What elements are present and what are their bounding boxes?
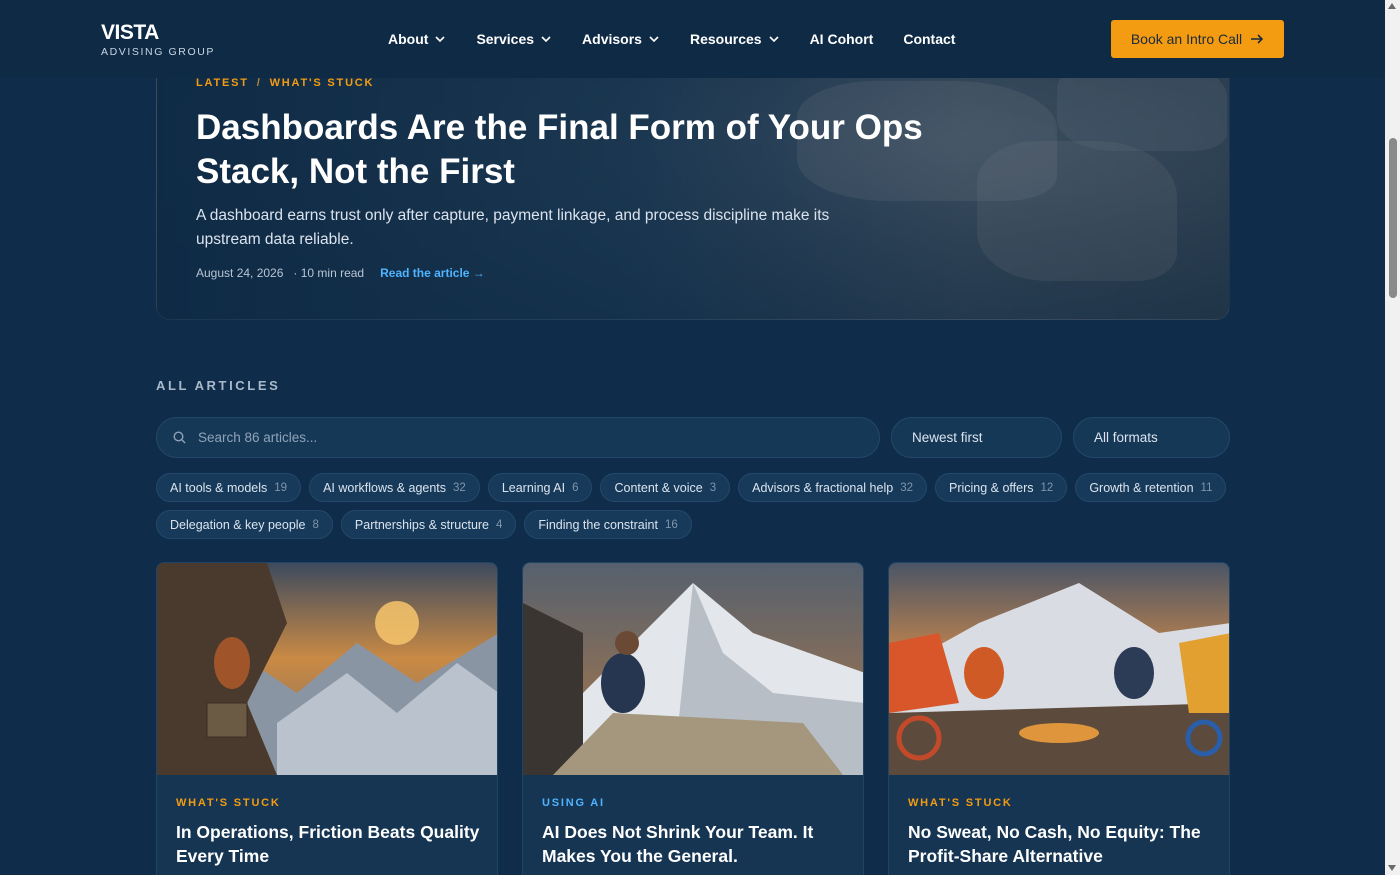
article-category: WHAT'S STUCK — [176, 797, 281, 809]
topic-chip[interactable]: Delegation & key people 8 — [156, 510, 333, 539]
cta-label: Book an Intro Call — [1130, 31, 1243, 47]
topic-row: AI tools & models 19 AI workflows & agent… — [156, 473, 1236, 502]
chip-count: 4 — [496, 518, 503, 531]
scroll-thumb[interactable] — [1389, 138, 1397, 298]
nav-item-contact[interactable]: Contact — [903, 31, 955, 47]
article-card[interactable]: USING AI AI Does Not Shrink Your Team. I… — [522, 562, 864, 875]
page-scrollbar[interactable] — [1385, 0, 1400, 875]
nav-item-ai-cohort[interactable]: AI Cohort — [810, 31, 874, 47]
chevron-down-icon — [768, 36, 779, 43]
search-input[interactable] — [198, 430, 838, 445]
topic-chip[interactable]: AI tools & models 19 — [156, 473, 302, 502]
campfire-climbers-image — [889, 563, 1229, 775]
topic-chip[interactable]: Growth & retention 11 — [1075, 473, 1227, 502]
crumb-separator: / — [256, 77, 262, 89]
brand-tagline: ADVISING GROUP — [101, 46, 215, 58]
chip-label: Partnerships & structure — [354, 517, 490, 532]
chevron-down-icon — [541, 36, 551, 43]
chip-count: 12 — [1040, 481, 1054, 494]
topic-chip[interactable]: Finding the constraint 16 — [524, 510, 692, 539]
article-image — [523, 563, 863, 775]
chevron-down-icon — [435, 36, 446, 43]
arrow-right-icon — [1251, 34, 1264, 44]
scroll-down-icon[interactable] — [1388, 865, 1396, 871]
article-title[interactable]: In Operations, Friction Beats Quality Ev… — [176, 820, 481, 868]
brand-logo[interactable]: VISTA ADVISING GROUP — [101, 21, 215, 59]
site-header: VISTA ADVISING GROUP About Services Advi… — [0, 0, 1385, 78]
nav-item-about[interactable]: About — [388, 31, 446, 47]
chip-label: Delegation & key people — [170, 517, 306, 532]
chevron-down-icon — [649, 36, 659, 43]
crumb-latest[interactable]: LATEST — [196, 77, 249, 89]
chip-count: 16 — [664, 518, 678, 531]
publish-date: August 24, 2026 — [196, 266, 284, 280]
format-value: All formats — [1094, 430, 1158, 445]
read-time: · 10 min read — [293, 266, 365, 280]
chip-label: Advisors & fractional help — [752, 480, 894, 495]
chip-count: 32 — [453, 481, 466, 494]
nav-label: Resources — [689, 31, 762, 47]
chip-count: 32 — [900, 481, 913, 494]
nav-label: Services — [476, 31, 535, 47]
article-title[interactable]: No Sweat, No Cash, No Equity: The Profit… — [908, 820, 1213, 868]
chip-count: 11 — [1200, 481, 1213, 494]
topic-chip[interactable]: Content & voice 3 — [600, 473, 731, 502]
chip-count: 6 — [572, 481, 579, 494]
format-select[interactable]: All formats — [1073, 417, 1230, 458]
topic-chip[interactable]: Pricing & offers 12 — [934, 473, 1068, 502]
topic-filters: AI tools & models 19 AI workflows & agent… — [156, 473, 1236, 547]
nav-label: AI Cohort — [809, 31, 874, 47]
book-intro-call-button[interactable]: Book an Intro Call — [1111, 20, 1284, 58]
chip-label: Finding the constraint — [538, 517, 658, 532]
sort-select[interactable]: Newest first — [891, 417, 1062, 458]
chip-count: 19 — [274, 481, 288, 494]
article-category: WHAT'S STUCK — [908, 797, 1013, 809]
article-card[interactable]: WHAT'S STUCK In Operations, Friction Bea… — [156, 562, 498, 875]
hero-description: A dashboard earns trust only after captu… — [196, 207, 830, 248]
nav-label: Contact — [903, 31, 956, 47]
chip-label: Growth & retention — [1089, 480, 1194, 495]
article-title[interactable]: AI Does Not Shrink Your Team. It Makes Y… — [542, 820, 847, 868]
nav-item-services[interactable]: Services — [476, 31, 552, 47]
chip-count: 8 — [312, 518, 319, 531]
chip-label: Pricing & offers — [948, 480, 1034, 495]
topic-row: Delegation & key people 8 Partnerships & … — [156, 510, 1236, 539]
chip-label: Content & voice — [614, 480, 703, 495]
sort-value: Newest first — [912, 430, 983, 445]
chip-label: Learning AI — [501, 480, 566, 495]
hero-meta: August 24, 2026 · 10 min read Read the a… — [196, 266, 485, 280]
brand-name: VISTA — [101, 21, 159, 44]
chip-count: 3 — [709, 481, 717, 494]
nav-item-advisors[interactable]: Advisors — [582, 31, 660, 47]
article-card[interactable]: WHAT'S STUCK No Sweat, No Cash, No Equit… — [888, 562, 1230, 875]
nav-label: About — [388, 31, 429, 47]
section-heading: ALL ARTICLES — [156, 378, 281, 393]
topic-chip[interactable]: Advisors & fractional help 32 — [738, 473, 927, 502]
nav-label: Advisors — [582, 31, 642, 47]
article-image — [889, 563, 1229, 775]
man-map-mountain-image — [523, 563, 863, 775]
main-nav: About Services Advisors Resources AI Coh… — [388, 31, 985, 47]
read-article-link[interactable]: Read the article → — [380, 266, 485, 280]
hero-background-image — [977, 141, 1177, 281]
nav-item-resources[interactable]: Resources — [690, 31, 780, 47]
topic-chip[interactable]: AI workflows & agents 32 — [309, 473, 480, 502]
article-image — [157, 563, 497, 775]
breadcrumb: LATEST / WHAT'S STUCK — [196, 77, 374, 89]
scroll-up-icon[interactable] — [1388, 3, 1396, 9]
topic-chip[interactable]: Partnerships & structure 4 — [340, 510, 517, 539]
search-icon — [173, 431, 186, 444]
chip-label: AI workflows & agents — [323, 480, 447, 495]
crumb-category[interactable]: WHAT'S STUCK — [270, 77, 375, 89]
article-category: USING AI — [542, 797, 605, 809]
article-search[interactable] — [156, 417, 880, 458]
chip-label: AI tools & models — [170, 480, 268, 495]
hero-title[interactable]: Dashboards Are the Final Form of Your Op… — [196, 106, 936, 194]
topic-chip[interactable]: Learning AI 6 — [487, 473, 593, 502]
climber-mountain-image — [157, 563, 497, 775]
